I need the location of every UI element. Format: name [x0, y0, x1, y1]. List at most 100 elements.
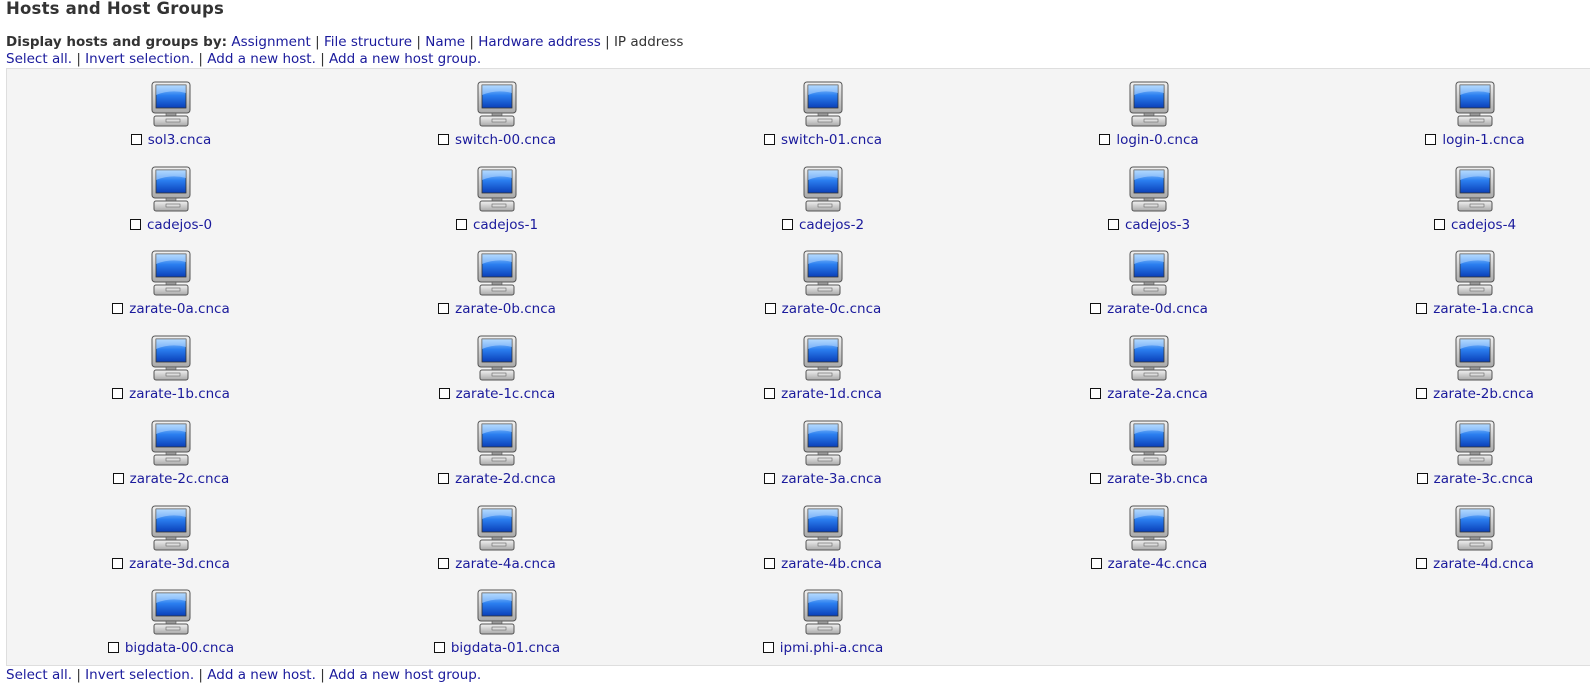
host-select-checkbox[interactable]: [764, 303, 776, 315]
computer-icon[interactable]: [802, 420, 844, 466]
computer-icon[interactable]: [476, 250, 518, 296]
computer-icon[interactable]: [1128, 420, 1170, 466]
host-select-checkbox[interactable]: [107, 642, 119, 654]
host-name-link[interactable]: switch-00.cnca: [455, 132, 556, 148]
computer-icon[interactable]: [802, 589, 844, 635]
computer-icon[interactable]: [1128, 250, 1170, 296]
host-name-link[interactable]: zarate-1b.cnca: [129, 386, 230, 402]
computer-icon[interactable]: [150, 166, 192, 212]
host-select-checkbox[interactable]: [433, 642, 445, 654]
host-name-link[interactable]: zarate-0b.cnca: [455, 301, 556, 317]
host-name-link[interactable]: login-0.cnca: [1116, 132, 1198, 148]
host-name-link[interactable]: cadejos-1: [473, 217, 538, 233]
select-all-link[interactable]: Select all.: [6, 667, 72, 683]
host-select-checkbox[interactable]: [762, 642, 774, 654]
add-host-link[interactable]: Add a new host.: [207, 51, 316, 67]
host-name-link[interactable]: cadejos-3: [1125, 217, 1190, 233]
computer-icon[interactable]: [476, 166, 518, 212]
host-name-link[interactable]: zarate-3b.cnca: [1107, 471, 1208, 487]
host-name-link[interactable]: zarate-0c.cnca: [782, 301, 882, 317]
computer-icon[interactable]: [1128, 505, 1170, 551]
computer-icon[interactable]: [1454, 505, 1496, 551]
host-select-checkbox[interactable]: [438, 388, 450, 400]
computer-icon[interactable]: [802, 335, 844, 381]
add-host-group-link[interactable]: Add a new host group.: [329, 51, 481, 67]
host-select-checkbox[interactable]: [764, 388, 776, 400]
computer-icon[interactable]: [802, 81, 844, 127]
computer-icon[interactable]: [476, 81, 518, 127]
host-name-link[interactable]: zarate-2b.cnca: [1433, 386, 1534, 402]
host-select-checkbox[interactable]: [438, 303, 450, 315]
host-select-checkbox[interactable]: [1090, 303, 1102, 315]
host-select-checkbox[interactable]: [112, 303, 124, 315]
host-name-link[interactable]: zarate-2d.cnca: [455, 471, 556, 487]
host-name-link[interactable]: switch-01.cnca: [781, 132, 882, 148]
host-select-checkbox[interactable]: [129, 218, 141, 230]
computer-icon[interactable]: [476, 589, 518, 635]
computer-icon[interactable]: [476, 505, 518, 551]
computer-icon[interactable]: [476, 420, 518, 466]
host-select-checkbox[interactable]: [1107, 218, 1119, 230]
computer-icon[interactable]: [1128, 335, 1170, 381]
computer-icon[interactable]: [150, 81, 192, 127]
host-name-link[interactable]: zarate-2a.cnca: [1107, 386, 1207, 402]
host-select-checkbox[interactable]: [112, 388, 124, 400]
host-name-link[interactable]: cadejos-2: [799, 217, 864, 233]
computer-icon[interactable]: [1454, 420, 1496, 466]
host-name-link[interactable]: zarate-3a.cnca: [781, 471, 881, 487]
host-select-checkbox[interactable]: [1090, 388, 1102, 400]
host-name-link[interactable]: zarate-1d.cnca: [781, 386, 882, 402]
add-host-group-link[interactable]: Add a new host group.: [329, 667, 481, 683]
host-name-link[interactable]: zarate-2c.cnca: [130, 471, 230, 487]
host-select-checkbox[interactable]: [112, 557, 124, 569]
host-select-checkbox[interactable]: [1416, 388, 1428, 400]
host-name-link[interactable]: zarate-3d.cnca: [129, 556, 230, 572]
computer-icon[interactable]: [150, 250, 192, 296]
host-select-checkbox[interactable]: [1416, 472, 1428, 484]
select-all-link[interactable]: Select all.: [6, 51, 72, 67]
display-by-name-link[interactable]: Name: [425, 34, 465, 50]
host-name-link[interactable]: zarate-0a.cnca: [129, 301, 229, 317]
invert-selection-link[interactable]: Invert selection.: [85, 667, 194, 683]
host-select-checkbox[interactable]: [130, 134, 142, 145]
host-select-checkbox[interactable]: [1433, 218, 1445, 230]
computer-icon[interactable]: [802, 166, 844, 212]
host-name-link[interactable]: zarate-1c.cnca: [456, 386, 556, 402]
host-name-link[interactable]: bigdata-01.cnca: [451, 640, 560, 656]
host-select-checkbox[interactable]: [1425, 134, 1437, 145]
computer-icon[interactable]: [1128, 166, 1170, 212]
computer-icon[interactable]: [150, 335, 192, 381]
computer-icon[interactable]: [1454, 250, 1496, 296]
host-select-checkbox[interactable]: [763, 134, 775, 145]
host-name-link[interactable]: zarate-4a.cnca: [455, 556, 555, 572]
computer-icon[interactable]: [802, 505, 844, 551]
host-select-checkbox[interactable]: [764, 472, 776, 484]
host-name-link[interactable]: cadejos-0: [147, 217, 212, 233]
host-name-link[interactable]: ipmi.phi-a.cnca: [780, 640, 884, 656]
host-select-checkbox[interactable]: [1099, 134, 1111, 145]
host-select-checkbox[interactable]: [437, 134, 449, 145]
host-select-checkbox[interactable]: [438, 557, 450, 569]
host-name-link[interactable]: zarate-4d.cnca: [1433, 556, 1534, 572]
host-name-link[interactable]: login-1.cnca: [1442, 132, 1524, 148]
host-name-link[interactable]: bigdata-00.cnca: [125, 640, 234, 656]
host-name-link[interactable]: zarate-4b.cnca: [781, 556, 882, 572]
host-name-link[interactable]: zarate-3c.cnca: [1434, 471, 1534, 487]
computer-icon[interactable]: [476, 335, 518, 381]
host-select-checkbox[interactable]: [1090, 472, 1102, 484]
computer-icon[interactable]: [150, 505, 192, 551]
display-by-file-structure-link[interactable]: File structure: [324, 34, 412, 50]
host-select-checkbox[interactable]: [438, 472, 450, 484]
computer-icon[interactable]: [150, 420, 192, 466]
host-select-checkbox[interactable]: [1416, 557, 1428, 569]
computer-icon[interactable]: [1128, 81, 1170, 127]
computer-icon[interactable]: [1454, 166, 1496, 212]
host-select-checkbox[interactable]: [1090, 557, 1102, 569]
display-by-hardware-address-link[interactable]: Hardware address: [478, 34, 601, 50]
host-name-link[interactable]: zarate-0d.cnca: [1107, 301, 1208, 317]
display-by-assignment-link[interactable]: Assignment: [231, 34, 310, 50]
host-select-checkbox[interactable]: [112, 472, 124, 484]
computer-icon[interactable]: [1454, 335, 1496, 381]
computer-icon[interactable]: [802, 250, 844, 296]
host-name-link[interactable]: zarate-1a.cnca: [1433, 301, 1533, 317]
